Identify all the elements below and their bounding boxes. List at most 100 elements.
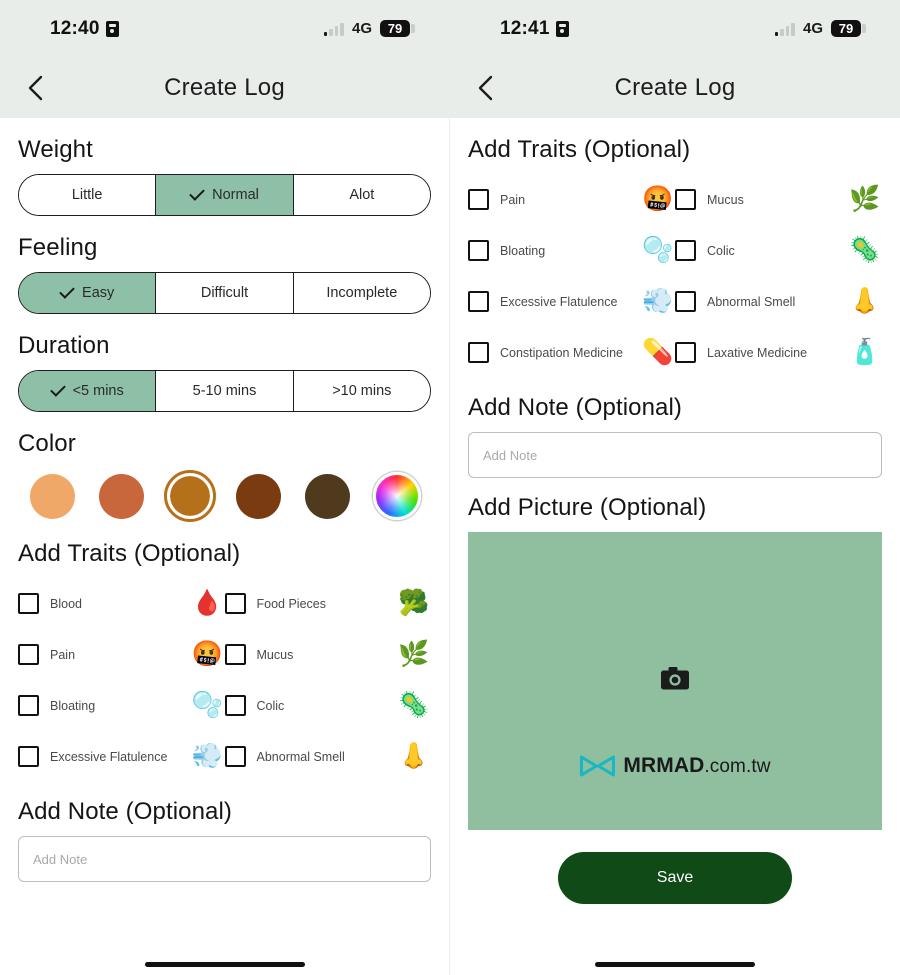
trait-label: Abnormal Smell <box>256 749 345 764</box>
check-icon <box>49 381 66 397</box>
duration-option-5-10[interactable]: 5-10 mins <box>156 371 294 411</box>
trait-colic[interactable]: Colic 🦠 <box>675 238 882 263</box>
bloating-icon: 🫧 <box>642 236 674 264</box>
trait-colic[interactable]: Colic 🦠 <box>224 693 432 718</box>
alarm-icon <box>555 20 569 37</box>
duration-section-title: Duration <box>18 332 110 359</box>
duration-option-over-10[interactable]: >10 mins <box>293 371 430 411</box>
checkbox[interactable] <box>468 240 489 261</box>
watermark-text: MRMAD.com.tw <box>623 754 770 778</box>
note-section-title: Add Note (Optional) <box>468 394 683 421</box>
traits-grid: Blood 🩸 Food Pieces 🥦 Pain 🤬 Mucus 🌿 Blo… <box>18 578 431 782</box>
checkbox[interactable] <box>18 644 39 665</box>
checkbox[interactable] <box>675 240 696 261</box>
trait-pain[interactable]: Pain 🤬 <box>468 187 675 212</box>
feeling-option-easy[interactable]: Easy <box>19 273 157 313</box>
note-input[interactable] <box>468 432 882 478</box>
trait-row: Bloating 🫧 Colic 🦠 <box>18 680 431 731</box>
feeling-option-incomplete[interactable]: Incomplete <box>293 273 430 313</box>
feeling-option-difficult[interactable]: Difficult <box>156 273 294 313</box>
trait-excessive-flatulence[interactable]: Excessive Flatulence 💨 <box>468 289 675 314</box>
home-indicator <box>595 962 755 967</box>
pill-icon: 💊 <box>642 338 674 366</box>
color-swatch-dark-brown[interactable] <box>224 468 293 524</box>
mucus-icon: 🌿 <box>849 185 881 213</box>
trait-label: Excessive Flatulence <box>50 749 168 764</box>
page-title: Create Log <box>164 73 285 101</box>
checkbox[interactable] <box>224 593 246 614</box>
trait-label: Colic <box>256 698 285 713</box>
watermark-brand: MRMAD <box>623 754 705 777</box>
checkbox[interactable] <box>468 291 489 312</box>
checkbox[interactable] <box>224 695 246 716</box>
signal-strength-icon <box>323 22 344 36</box>
trait-abnormal-smell[interactable]: Abnormal Smell 👃 <box>675 289 882 314</box>
mrmad-logo-icon <box>579 755 615 777</box>
duration-option-label: 5-10 mins <box>192 383 257 399</box>
status-bar-right: 4G 79 <box>323 20 415 37</box>
feeling-option-label: Difficult <box>200 285 249 301</box>
weight-option-alot[interactable]: Alot <box>293 175 430 215</box>
checkbox[interactable] <box>18 695 39 716</box>
weight-segmented-control: Little Normal Alot <box>18 174 431 216</box>
weight-option-label: Little <box>71 187 103 203</box>
trait-laxative-medicine[interactable]: Laxative Medicine 🧴 <box>675 340 882 365</box>
trait-bloating[interactable]: Bloating 🫧 <box>18 693 225 718</box>
trait-bloating[interactable]: Bloating 🫧 <box>468 238 675 263</box>
trait-food-pieces[interactable]: Food Pieces 🥦 <box>224 591 432 616</box>
pain-face-icon: 🤬 <box>191 640 224 668</box>
trait-abnormal-smell[interactable]: Abnormal Smell 👃 <box>224 742 432 770</box>
color-swatch-ochre-brown[interactable] <box>156 468 225 524</box>
trait-pain[interactable]: Pain 🤬 <box>18 642 225 667</box>
checkbox[interactable] <box>468 342 489 363</box>
color-swatch-light-tan[interactable] <box>18 468 87 524</box>
trait-excessive-flatulence[interactable]: Excessive Flatulence 💨 <box>18 744 225 769</box>
trait-constipation-medicine[interactable]: Constipation Medicine 💊 <box>468 340 675 365</box>
flatulence-icon: 💨 <box>191 742 224 770</box>
weight-option-little[interactable]: Little <box>19 175 157 215</box>
trait-label: Colic <box>707 243 735 258</box>
color-swatch-darkest-brown[interactable] <box>293 468 362 524</box>
status-time: 12:40 <box>50 17 100 39</box>
status-time: 12:41 <box>500 17 550 39</box>
color-swatch-sienna[interactable] <box>87 468 156 524</box>
camera-icon <box>661 667 690 696</box>
save-button[interactable]: Save <box>558 852 792 904</box>
trait-mucus[interactable]: Mucus 🌿 <box>224 642 432 667</box>
back-button[interactable] <box>468 71 502 105</box>
trait-label: Food Pieces <box>256 596 326 611</box>
signal-strength-icon <box>774 22 795 36</box>
note-input[interactable] <box>18 836 431 882</box>
color-swatch-custom-picker[interactable] <box>362 468 431 524</box>
trait-blood[interactable]: Blood 🩸 <box>18 591 225 616</box>
checkbox[interactable] <box>224 746 246 767</box>
trait-label: Mucus <box>256 647 294 662</box>
checkbox[interactable] <box>18 746 39 767</box>
duration-option-label: <5 mins <box>72 383 124 399</box>
feeling-section-title: Feeling <box>18 234 98 261</box>
swatch-dot <box>29 473 75 519</box>
color-section-title: Color <box>18 430 76 457</box>
battery-percent: 79 <box>831 20 861 37</box>
checkbox[interactable] <box>675 342 696 363</box>
alarm-icon <box>105 20 119 37</box>
checkbox[interactable] <box>224 644 246 665</box>
weight-option-label: Normal <box>212 187 259 203</box>
weight-option-normal[interactable]: Normal <box>156 175 294 215</box>
battery-percent: 79 <box>380 20 410 37</box>
trait-label: Blood <box>50 596 82 611</box>
duration-option-under-5[interactable]: <5 mins <box>19 371 157 411</box>
trait-row: Pain 🤬 Mucus 🌿 <box>18 629 431 680</box>
checkbox[interactable] <box>468 189 489 210</box>
checkbox[interactable] <box>675 291 696 312</box>
back-button[interactable] <box>18 71 52 105</box>
nose-smell-icon: 👃 <box>398 742 430 770</box>
checkbox[interactable] <box>675 189 696 210</box>
picture-placeholder[interactable]: MRMAD.com.tw <box>468 532 882 830</box>
home-indicator <box>144 962 305 967</box>
checkbox[interactable] <box>18 593 39 614</box>
trait-mucus[interactable]: Mucus 🌿 <box>675 187 882 212</box>
swatch-dot <box>98 473 144 519</box>
save-button-row: Save <box>468 852 882 904</box>
trait-label: Mucus <box>707 192 744 207</box>
